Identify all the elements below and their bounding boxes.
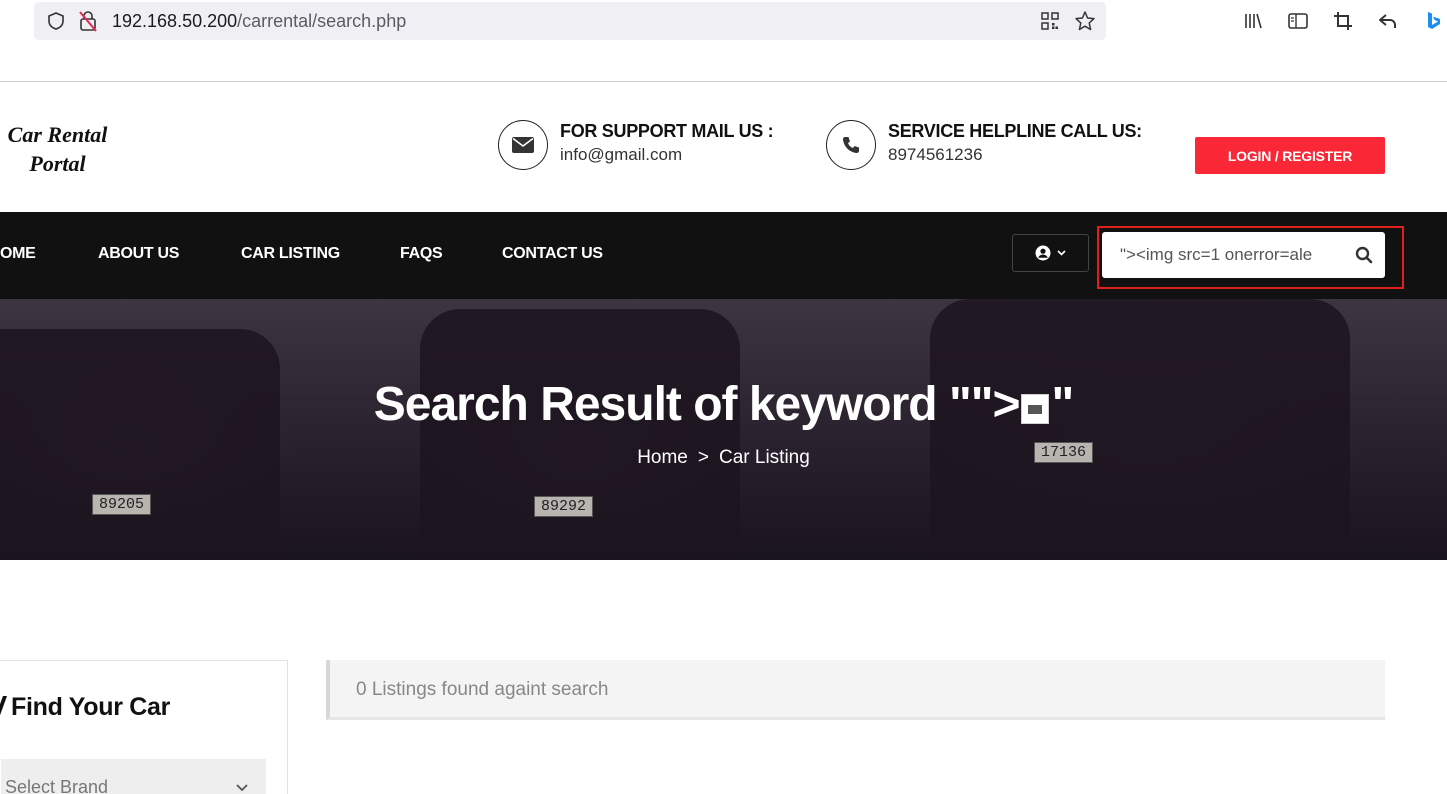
- nav-item-car-listing[interactable]: CAR LISTING: [241, 245, 340, 263]
- hero-banner: 89205 89292 17136 Search Result of keywo…: [0, 299, 1447, 560]
- nav-item-faqs[interactable]: FAQS: [400, 245, 443, 263]
- user-menu-button[interactable]: [1012, 234, 1089, 272]
- nav-item-home[interactable]: OME: [0, 245, 36, 263]
- main-navigation: OME ABOUT US CAR LISTING FAQS CONTACT US: [0, 212, 1447, 299]
- url-text[interactable]: 192.168.50.200/carrental/search.php: [112, 11, 406, 32]
- nav-item-contact-us[interactable]: CONTACT US: [502, 245, 603, 263]
- shield-icon[interactable]: [46, 11, 66, 31]
- bing-icon[interactable]: [1424, 10, 1442, 32]
- breadcrumb-separator: >: [697, 447, 709, 468]
- breadcrumb-home[interactable]: Home: [637, 447, 688, 468]
- car-image-left: [0, 329, 280, 559]
- reader-view-icon[interactable]: [1287, 10, 1309, 32]
- user-circle-icon: [1035, 245, 1051, 261]
- helpline-title: SERVICE HELPLINE CALL US:: [888, 121, 1142, 141]
- search-form: [1102, 232, 1385, 278]
- support-mail-title: FOR SUPPORT MAIL US :: [560, 121, 774, 141]
- results-summary: 0 Listings found againt search: [326, 660, 1385, 720]
- browser-separator: [0, 81, 1447, 82]
- breadcrumb-current: Car Listing: [718, 447, 810, 468]
- logo-line-2: Portal: [29, 151, 86, 176]
- qr-code-icon[interactable]: [1040, 11, 1060, 31]
- chevron-down-icon: [236, 779, 248, 794]
- site-logo[interactable]: Car Rental Portal: [0, 120, 115, 178]
- phone-icon: [826, 120, 876, 170]
- brand-select[interactable]: Select Brand: [1, 759, 266, 794]
- browser-toolbar: 192.168.50.200/carrental/search.php: [0, 0, 1447, 44]
- nav-item-about-us[interactable]: ABOUT US: [98, 245, 179, 263]
- find-car-sidebar: Find Your Car Select Brand: [0, 660, 288, 794]
- brand-select-value: Select Brand: [5, 777, 109, 794]
- sidebar-title: Find Your Car: [11, 693, 171, 721]
- logo-line-1: Car Rental: [7, 122, 108, 147]
- url-host: 192.168.50.200: [112, 11, 238, 31]
- address-bar[interactable]: 192.168.50.200/carrental/search.php: [34, 2, 1106, 40]
- url-path: /carrental/search.php: [237, 11, 407, 31]
- mail-icon: [498, 120, 548, 170]
- insecure-lock-icon[interactable]: [78, 10, 98, 32]
- search-input[interactable]: [1102, 232, 1342, 278]
- license-plate-left: 89205: [92, 494, 152, 515]
- page-title: Search Result of keyword ""> ": [0, 377, 1447, 432]
- title-prefix: Search Result of keyword "">: [373, 378, 1021, 431]
- results-count-text: 0 Listings found againt search: [356, 679, 609, 700]
- library-icon[interactable]: [1242, 10, 1264, 32]
- license-plate-center: 89292: [534, 496, 594, 517]
- login-register-button[interactable]: LOGIN / REGISTER: [1195, 137, 1385, 174]
- breadcrumb: Home > Car Listing: [0, 447, 1447, 469]
- chevron-down-icon: [1057, 250, 1066, 256]
- support-email: info@gmail.com: [560, 145, 683, 164]
- search-icon[interactable]: [1355, 246, 1373, 269]
- title-accent-mark: [0, 696, 8, 718]
- title-suffix: ": [1051, 378, 1074, 431]
- bookmark-star-icon[interactable]: [1074, 10, 1096, 32]
- car-image-center: [420, 309, 740, 559]
- screenshot-crop-icon[interactable]: [1332, 10, 1354, 32]
- broken-image-icon: [1021, 394, 1050, 424]
- back-arrow-icon[interactable]: [1377, 10, 1399, 32]
- helpline-phone: 8974561236: [888, 145, 983, 164]
